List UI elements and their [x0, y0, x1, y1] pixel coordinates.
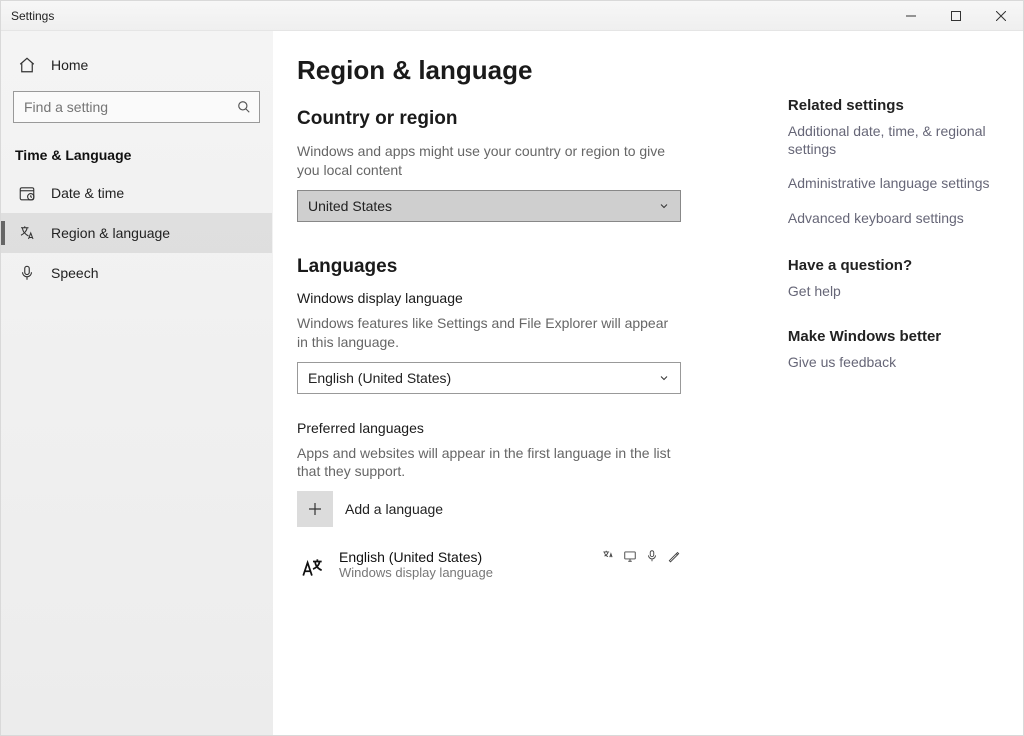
- minimize-icon: [906, 11, 916, 21]
- display-language-label: Windows display language: [297, 290, 748, 306]
- preferred-languages-label: Preferred languages: [297, 420, 748, 436]
- sidebar-item-speech[interactable]: Speech: [1, 253, 272, 293]
- app-body: Home Time & Language Date & time Region …: [1, 31, 1023, 735]
- sidebar: Home Time & Language Date & time Region …: [1, 31, 273, 735]
- content-side: Related settings Additional date, time, …: [788, 55, 999, 735]
- home-icon: [17, 55, 37, 75]
- language-subtext: Windows display language: [339, 565, 601, 580]
- language-icon: [17, 223, 37, 243]
- display-language-value: English (United States): [308, 370, 451, 386]
- country-dropdown[interactable]: United States: [297, 190, 681, 222]
- minimize-button[interactable]: [888, 1, 933, 30]
- language-feature-icons: [601, 549, 681, 563]
- country-heading: Country or region: [297, 108, 748, 130]
- search-input[interactable]: [22, 98, 237, 116]
- sidebar-item-region-language[interactable]: Region & language: [1, 213, 272, 253]
- sidebar-item-label: Region & language: [51, 225, 170, 241]
- languages-heading: Languages: [297, 256, 748, 278]
- feedback-title: Make Windows better: [788, 328, 999, 345]
- add-language-label: Add a language: [345, 501, 443, 517]
- calendar-clock-icon: [17, 183, 37, 203]
- home-label: Home: [51, 57, 88, 73]
- close-button[interactable]: [978, 1, 1023, 30]
- display-language-icon: [623, 549, 637, 563]
- link-advanced-keyboard[interactable]: Advanced keyboard settings: [788, 209, 999, 227]
- language-info: English (United States) Windows display …: [339, 549, 601, 580]
- sidebar-section-title: Time & Language: [1, 137, 272, 173]
- country-desc: Windows and apps might use your country …: [297, 142, 677, 180]
- language-item[interactable]: English (United States) Windows display …: [297, 549, 681, 581]
- search-icon: [237, 100, 251, 114]
- language-name: English (United States): [339, 549, 601, 565]
- content: Region & language Country or region Wind…: [273, 31, 1023, 735]
- display-language-desc: Windows features like Settings and File …: [297, 314, 677, 352]
- link-additional-date-time-regional[interactable]: Additional date, time, & regional settin…: [788, 122, 999, 158]
- chevron-down-icon: [658, 372, 670, 384]
- search-box[interactable]: [13, 91, 260, 123]
- plus-icon: [297, 491, 333, 527]
- handwriting-icon: [667, 549, 681, 563]
- language-glyph-icon: [297, 549, 329, 581]
- maximize-button[interactable]: [933, 1, 978, 30]
- add-language-button[interactable]: Add a language: [297, 491, 748, 527]
- preferred-languages-desc: Apps and websites will appear in the fir…: [297, 444, 677, 482]
- speech-recognition-icon: [645, 549, 659, 563]
- sidebar-item-date-time[interactable]: Date & time: [1, 173, 272, 213]
- microphone-icon: [17, 263, 37, 283]
- chevron-down-icon: [658, 200, 670, 212]
- sidebar-item-label: Speech: [51, 265, 98, 281]
- window-title: Settings: [1, 9, 54, 23]
- related-settings-title: Related settings: [788, 97, 999, 114]
- link-administrative-language[interactable]: Administrative language settings: [788, 174, 999, 192]
- page-title: Region & language: [297, 55, 748, 86]
- window-controls: [888, 1, 1023, 30]
- maximize-icon: [951, 11, 961, 21]
- search-wrap: [1, 85, 272, 137]
- titlebar: Settings: [1, 1, 1023, 31]
- close-icon: [996, 11, 1006, 21]
- link-give-feedback[interactable]: Give us feedback: [788, 353, 999, 371]
- sidebar-item-label: Date & time: [51, 185, 124, 201]
- selection-indicator: [1, 221, 5, 245]
- content-main: Region & language Country or region Wind…: [297, 55, 748, 735]
- country-value: United States: [308, 198, 392, 214]
- text-to-speech-icon: [601, 549, 615, 563]
- home-nav[interactable]: Home: [1, 45, 272, 85]
- link-get-help[interactable]: Get help: [788, 282, 999, 300]
- question-title: Have a question?: [788, 257, 999, 274]
- display-language-dropdown[interactable]: English (United States): [297, 362, 681, 394]
